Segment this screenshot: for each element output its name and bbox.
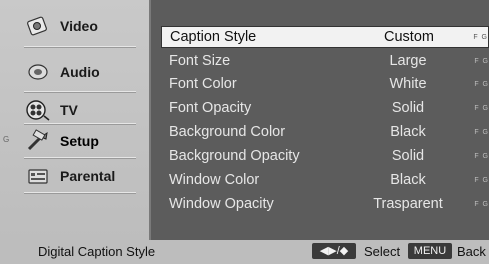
setting-row-background-color[interactable]: Background Color Black F G [161, 121, 489, 143]
setting-flag: F G [474, 57, 489, 65]
setting-value: Solid [391, 100, 425, 116]
menu-item-parental[interactable]: Parental [24, 162, 136, 190]
setting-name: Window Color [169, 172, 260, 188]
screen-title: Digital Caption Style [38, 244, 156, 259]
setting-row-window-color[interactable]: Window Color Black F G [161, 169, 489, 191]
menu-label-tv: TV [60, 102, 78, 118]
menu-label-setup: Setup [60, 133, 99, 149]
setting-value: White [389, 76, 427, 92]
setting-name: Window Opacity [169, 196, 274, 212]
parental-icon [24, 164, 52, 188]
menu-label-video: Video [60, 18, 98, 34]
menu-label-audio: Audio [60, 64, 100, 80]
setting-name: Background Opacity [169, 148, 300, 164]
setting-flag: F G [474, 176, 489, 184]
video-icon [24, 14, 52, 38]
caption-settings-panel: Caption Style Custom F G Font Size Large… [149, 0, 489, 240]
setup-icon [24, 129, 52, 153]
setting-row-font-color[interactable]: Font Color White F G [161, 73, 489, 95]
setting-name: Background Color [169, 124, 286, 140]
setting-value: Large [389, 53, 427, 69]
setting-name: Font Size [169, 53, 231, 69]
menu-item-video[interactable]: Video [24, 12, 136, 40]
setting-row-font-size[interactable]: Font Size Large F G [161, 50, 489, 72]
menu-divider [24, 192, 136, 193]
setting-flag: F G [474, 80, 489, 88]
setting-value: Solid [391, 148, 425, 164]
setting-flag: F G [474, 152, 489, 160]
back-hint: Back [457, 244, 486, 259]
setting-flag: F G [474, 104, 489, 112]
bottom-help-bar: Digital Caption Style ◀▶/◆ Select MENU B… [0, 240, 489, 264]
menu-label-parental: Parental [60, 168, 116, 184]
menu-item-tv[interactable]: TV [24, 96, 136, 124]
menu-divider [24, 46, 136, 47]
setting-row-caption-style[interactable]: Caption Style Custom F G [161, 26, 489, 48]
menu-key[interactable]: MENU [408, 243, 452, 259]
setting-value: Trasparent [373, 196, 443, 212]
main-menu: Video Audio TV G Setup Parental [0, 0, 149, 240]
menu-item-audio[interactable]: Audio [24, 58, 136, 86]
setting-row-background-opacity[interactable]: Background Opacity Solid F G [161, 145, 489, 167]
setting-flag: F G [474, 200, 489, 208]
selection-marker: G [3, 135, 10, 144]
audio-icon [24, 60, 52, 84]
setting-name: Caption Style [170, 29, 257, 45]
select-hint: Select [364, 244, 401, 259]
tv-icon [24, 98, 52, 122]
setting-row-window-opacity[interactable]: Window Opacity Trasparent F G [161, 193, 489, 215]
setting-flag: F G [474, 128, 489, 136]
setting-row-font-opacity[interactable]: Font Opacity Solid F G [161, 97, 489, 119]
setting-value: Custom [384, 29, 434, 45]
menu-divider [24, 157, 136, 158]
nav-arrows-key: ◀▶/◆ [312, 243, 356, 259]
setting-name: Font Opacity [169, 100, 252, 116]
menu-divider [24, 91, 136, 92]
setting-value: Black [390, 124, 426, 140]
setting-flag: F G [473, 33, 488, 41]
menu-divider [24, 123, 136, 124]
setting-name: Font Color [169, 76, 237, 92]
menu-item-setup[interactable]: Setup [24, 127, 136, 155]
setting-value: Black [390, 172, 426, 188]
